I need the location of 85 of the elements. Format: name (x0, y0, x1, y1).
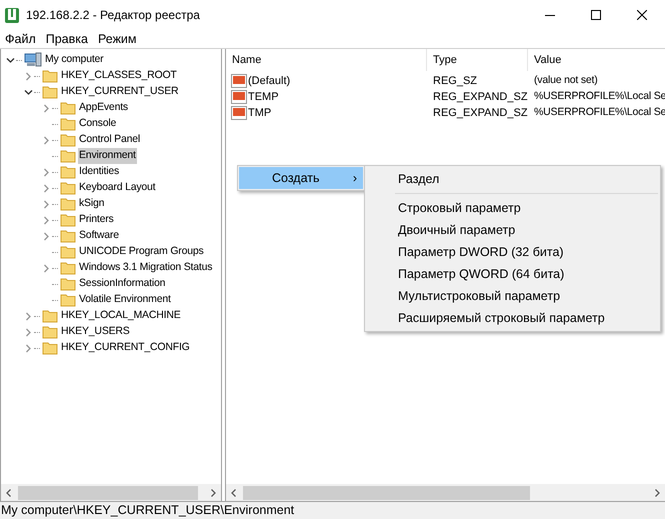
submenu-item[interactable]: Мультистроковый параметр (365, 285, 660, 307)
submenu-item[interactable]: Раздел (365, 168, 660, 190)
folder-icon (60, 213, 76, 227)
tree-item[interactable]: Control Panel (78, 132, 142, 148)
menu-item[interactable]: Режим (92, 30, 142, 48)
chevron-right-icon[interactable] (24, 344, 33, 352)
tree-item[interactable]: Software (78, 228, 120, 244)
scrollbar-thumb[interactable] (18, 486, 198, 500)
folder-icon (60, 197, 76, 211)
table-cell-text: (Default) (248, 74, 290, 89)
column-header[interactable]: Name (226, 49, 427, 71)
chevron-right-icon[interactable] (42, 168, 51, 176)
table-cell-text: TEMP (248, 90, 279, 105)
string-value-icon (231, 74, 247, 88)
tree-item[interactable]: HKEY_CLASSES_ROOT (60, 68, 178, 84)
chevron-right-icon[interactable] (42, 216, 51, 224)
table-cell-text: TMP (248, 106, 272, 121)
tree-item[interactable]: AppEvents (78, 100, 129, 116)
menu-item[interactable]: Правка (40, 30, 93, 48)
folder-icon (60, 133, 76, 147)
tree-item[interactable]: Environment (78, 148, 137, 164)
table-cell-text: REG_SZ (432, 74, 478, 89)
chevron-down-icon[interactable] (6, 56, 15, 64)
horizontal-scrollbar[interactable] (226, 484, 665, 501)
chevron-right-icon[interactable] (42, 136, 51, 144)
submenu-item[interactable]: Двоичный параметр (365, 219, 660, 241)
folder-icon (60, 181, 76, 195)
folder-icon (42, 309, 58, 323)
submenu-item[interactable]: Строковый параметр (365, 197, 660, 219)
tree-item[interactable]: Console (78, 116, 118, 132)
string-value-icon (231, 106, 247, 120)
tree-item[interactable]: Volatile Environment (78, 292, 172, 308)
table-cell-text: (value not set) (533, 73, 598, 88)
submenu-item[interactable]: Расширяемый строковый параметр (365, 307, 660, 329)
submenu-item[interactable]: Параметр DWORD (32 бита) (365, 241, 660, 263)
tree-item[interactable]: HKEY_CURRENT_USER (60, 84, 180, 100)
scrollbar-thumb[interactable] (243, 486, 530, 500)
folder-icon (60, 229, 76, 243)
table-cell-text: REG_EXPAND_SZ (432, 106, 528, 121)
chevron-right-icon[interactable] (42, 104, 51, 112)
tree-item[interactable]: Windows 3.1 Migration Status (78, 260, 214, 276)
tree-item[interactable]: HKEY_LOCAL_MACHINE (60, 308, 182, 324)
folder-icon (60, 277, 76, 291)
tree-item[interactable]: HKEY_USERS (60, 324, 131, 340)
chevron-right-icon[interactable] (24, 72, 33, 80)
chevron-right-icon[interactable] (24, 312, 33, 320)
folder-icon (42, 341, 58, 355)
string-value-icon (231, 90, 247, 104)
column-header[interactable]: Value (528, 49, 648, 71)
close-icon (637, 10, 647, 20)
folder-icon (60, 117, 76, 131)
chevron-right-icon[interactable] (42, 264, 51, 272)
submenu-item[interactable]: Параметр QWORD (64 бита) (365, 263, 660, 285)
tree-item[interactable]: Printers (78, 212, 115, 228)
tree-item[interactable]: HKEY_CURRENT_CONFIG (60, 340, 191, 356)
menu-item[interactable]: Файл (0, 30, 41, 48)
chevron-right-icon[interactable] (42, 200, 51, 208)
tree-item[interactable]: Identities (78, 164, 120, 180)
chevron-right-icon[interactable] (24, 328, 33, 336)
chevron-right-icon[interactable] (42, 232, 51, 240)
table-cell-text: REG_EXPAND_SZ (432, 90, 528, 105)
folder-icon (60, 149, 76, 163)
chevron-down-icon[interactable] (24, 88, 33, 96)
folder-icon (60, 165, 76, 179)
tree-item[interactable]: kSign (78, 196, 106, 212)
window-title: 192.168.2.2 - Редактор реестра (26, 7, 200, 24)
folder-icon (42, 85, 58, 99)
status-bar-path: My computer\HKEY_CURRENT_USER\Environment (0, 502, 294, 519)
maximize-icon (591, 10, 601, 20)
computer-icon (24, 52, 42, 68)
horizontal-scrollbar[interactable] (1, 484, 221, 501)
folder-icon (60, 245, 76, 259)
tree-item[interactable]: Keyboard Layout (78, 180, 156, 196)
folder-icon (60, 293, 76, 307)
chevron-right-icon[interactable] (42, 184, 51, 192)
folder-icon (42, 325, 58, 339)
menu-item[interactable]: Создать › (239, 167, 363, 189)
app-icon (4, 6, 20, 24)
tree-item[interactable]: UNICODE Program Groups (78, 244, 205, 260)
folder-icon (60, 101, 76, 115)
tree-item[interactable]: SessionInformation (78, 276, 166, 292)
tree-item[interactable]: My computer (44, 52, 104, 68)
column-header[interactable]: Type (427, 49, 528, 71)
folder-icon (60, 261, 76, 275)
folder-icon (42, 69, 58, 83)
